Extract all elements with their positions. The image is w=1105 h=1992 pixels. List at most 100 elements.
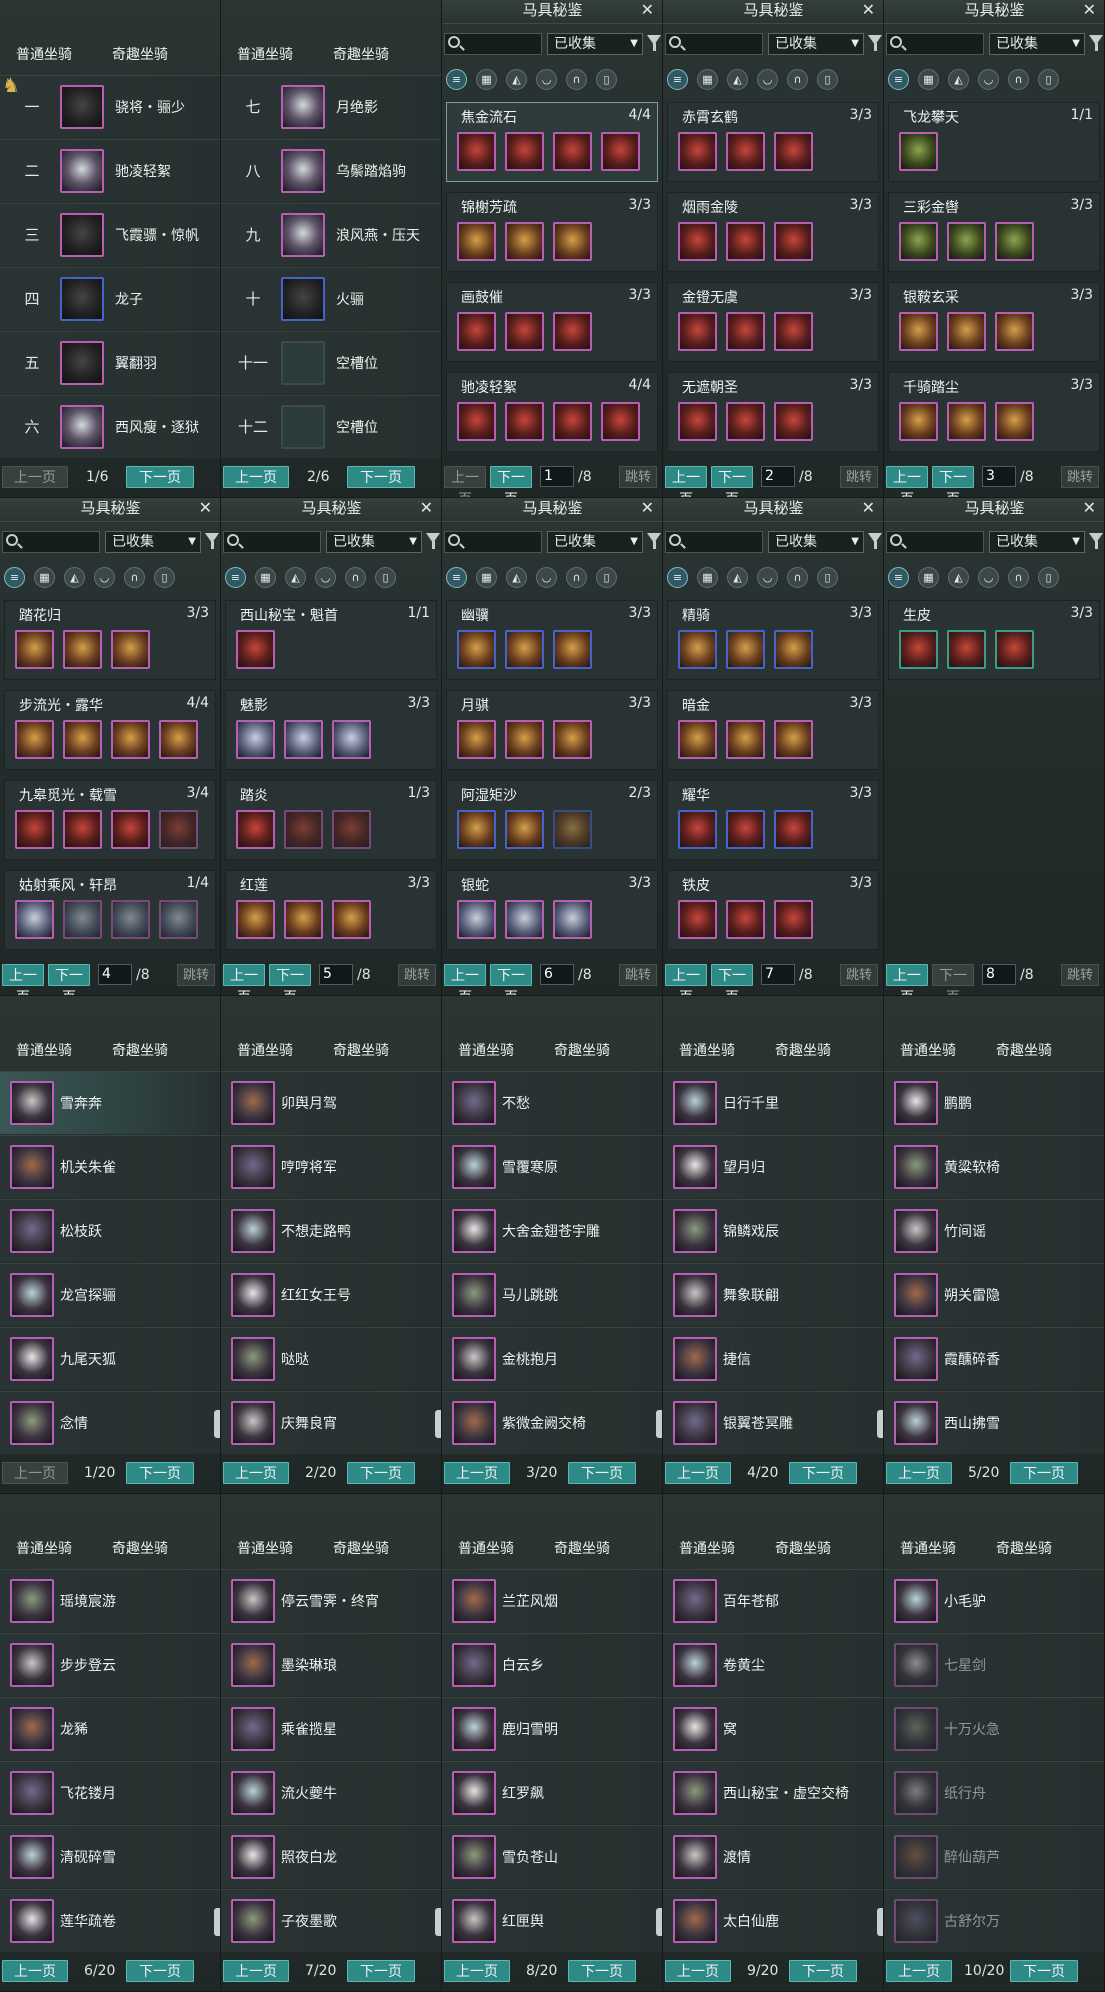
mount-row[interactable]: 醉仙葫芦 [884, 1825, 1104, 1888]
jump-button[interactable]: 跳转 [840, 964, 878, 986]
collected-filter-select[interactable]: 已收集 ▼ [105, 531, 201, 553]
gear-item-icon[interactable] [111, 900, 150, 939]
grid-icon[interactable]: ▦ [255, 567, 276, 588]
next-page-button[interactable]: 下一页 [269, 964, 311, 995]
gear-item-icon[interactable] [774, 402, 813, 441]
gear-item-icon[interactable] [553, 810, 592, 849]
page-input[interactable]: 4 [98, 964, 132, 985]
gear-set-card[interactable]: 银鞍玄采 3/3 [888, 282, 1100, 362]
gear-set-card[interactable]: 月骐 3/3 [446, 690, 658, 770]
mount-row[interactable]: 兰芷风烟 [442, 1569, 662, 1632]
mount-row[interactable]: 流火夔牛 [221, 1761, 441, 1824]
gear-item-icon[interactable] [899, 312, 938, 351]
gear-item-icon[interactable] [947, 312, 986, 351]
gear-item-icon[interactable] [899, 402, 938, 441]
next-page-button[interactable]: 下一页 [48, 964, 90, 995]
mount-row[interactable]: 红罗飙 [442, 1761, 662, 1824]
prev-page-button[interactable]: 上一页 [444, 964, 486, 995]
gear-item-icon[interactable] [457, 222, 496, 261]
prev-page-button[interactable]: 上一页 [665, 466, 707, 497]
prev-page-button[interactable]: 上一页 [444, 1462, 510, 1484]
next-page-button[interactable]: 下一页 [1010, 1960, 1078, 1982]
filter-icon[interactable] [868, 35, 882, 51]
scroll-handle[interactable] [877, 1908, 883, 1936]
horseshoe-icon[interactable]: ∩ [787, 69, 808, 90]
mount-row[interactable]: 七 月绝影 [221, 75, 441, 138]
close-icon[interactable]: ✕ [1083, 1, 1096, 19]
gear-item-icon[interactable] [63, 630, 102, 669]
mount-row[interactable]: 红红女王号 [221, 1263, 441, 1326]
gear-item-icon[interactable] [678, 900, 717, 939]
filter-icon[interactable] [647, 533, 661, 549]
list-icon[interactable]: ≡ [225, 567, 246, 588]
gear-item-icon[interactable] [899, 630, 938, 669]
gear-item-icon[interactable] [774, 720, 813, 759]
tab-quirky-mounts[interactable]: 奇趣坐骑 [112, 1538, 168, 1558]
gear-item-icon[interactable] [159, 720, 198, 759]
search-input[interactable] [444, 33, 542, 55]
mount-row[interactable]: 小毛驴 [884, 1569, 1104, 1632]
tab-normal-mounts[interactable]: 普通坐骑 [458, 1538, 514, 1558]
gear-set-card[interactable]: 步流光・露华 4/4 [4, 690, 216, 770]
mount-row[interactable]: 四 龙子 [0, 267, 220, 330]
prev-page-button[interactable]: 上一页 [665, 1960, 731, 1982]
stirrup-icon[interactable]: ◡ [315, 567, 336, 588]
gear-item-icon[interactable] [553, 630, 592, 669]
grid-icon[interactable]: ▦ [697, 567, 718, 588]
gear-item-icon[interactable] [159, 900, 198, 939]
grid-icon[interactable]: ▦ [918, 69, 939, 90]
gear-item-icon[interactable] [899, 222, 938, 261]
gear-item-icon[interactable] [457, 132, 496, 171]
page-input[interactable]: 8 [982, 964, 1016, 985]
next-page-button[interactable]: 下一页 [490, 466, 532, 497]
gear-item-icon[interactable] [505, 810, 544, 849]
gear-item-icon[interactable] [236, 900, 275, 939]
gear-item-icon[interactable] [236, 720, 275, 759]
gear-set-card[interactable]: 飞龙攀天 1/1 [888, 102, 1100, 182]
mount-row[interactable]: 七星剑 [884, 1633, 1104, 1696]
gear-item-icon[interactable] [236, 810, 275, 849]
gear-item-icon[interactable] [63, 900, 102, 939]
gear-set-card[interactable]: 画鼓催 3/3 [446, 282, 658, 362]
tab-normal-mounts[interactable]: 普通坐骑 [458, 1040, 514, 1060]
mount-row[interactable]: 十二 空槽位 [221, 395, 441, 458]
next-page-button[interactable]: 下一页 [932, 964, 974, 995]
next-page-button[interactable]: 下一页 [568, 1960, 636, 1982]
gear-set-card[interactable]: 红莲 3/3 [225, 870, 437, 950]
mount-row[interactable]: 古舒尔万 [884, 1889, 1104, 1952]
saddle-icon[interactable]: ◭ [727, 69, 748, 90]
mount-row[interactable]: 莲华疏卷 [0, 1889, 220, 1952]
jump-button[interactable]: 跳转 [619, 964, 657, 986]
list-icon[interactable]: ≡ [446, 69, 467, 90]
gear-item-icon[interactable] [947, 222, 986, 261]
gear-item-icon[interactable] [457, 312, 496, 351]
scroll-handle[interactable] [214, 1908, 220, 1936]
tab-normal-mounts[interactable]: 普通坐骑 [237, 44, 293, 64]
close-icon[interactable]: ✕ [199, 499, 212, 517]
gear-set-card[interactable]: 焦金流石 4/4 [446, 102, 658, 182]
gear-item-icon[interactable] [63, 720, 102, 759]
gear-set-card[interactable]: 烟雨金陵 3/3 [667, 192, 879, 272]
page-input[interactable]: 2 [761, 466, 795, 487]
scroll-handle[interactable] [656, 1410, 662, 1438]
gear-set-card[interactable]: 魅影 3/3 [225, 690, 437, 770]
gear-set-card[interactable]: 九皋觅光・载雪 3/4 [4, 780, 216, 860]
mount-row[interactable]: 舞象联翩 [663, 1263, 883, 1326]
close-icon[interactable]: ✕ [420, 499, 433, 517]
filter-icon[interactable] [868, 533, 882, 549]
gear-item-icon[interactable] [947, 630, 986, 669]
gear-item-icon[interactable] [678, 132, 717, 171]
filter-icon[interactable] [1089, 533, 1103, 549]
tab-quirky-mounts[interactable]: 奇趣坐骑 [554, 1538, 610, 1558]
jump-button[interactable]: 跳转 [177, 964, 215, 986]
tab-quirky-mounts[interactable]: 奇趣坐骑 [333, 1040, 389, 1060]
saddle-icon[interactable]: ◭ [948, 567, 969, 588]
gear-item-icon[interactable] [505, 900, 544, 939]
gear-item-icon[interactable] [899, 132, 938, 171]
saddle-icon[interactable]: ◭ [506, 69, 527, 90]
gear-item-icon[interactable] [15, 720, 54, 759]
gear-item-icon[interactable] [678, 720, 717, 759]
scroll-handle[interactable] [435, 1410, 441, 1438]
saddle-icon[interactable]: ◭ [948, 69, 969, 90]
tab-normal-mounts[interactable]: 普通坐骑 [237, 1538, 293, 1558]
